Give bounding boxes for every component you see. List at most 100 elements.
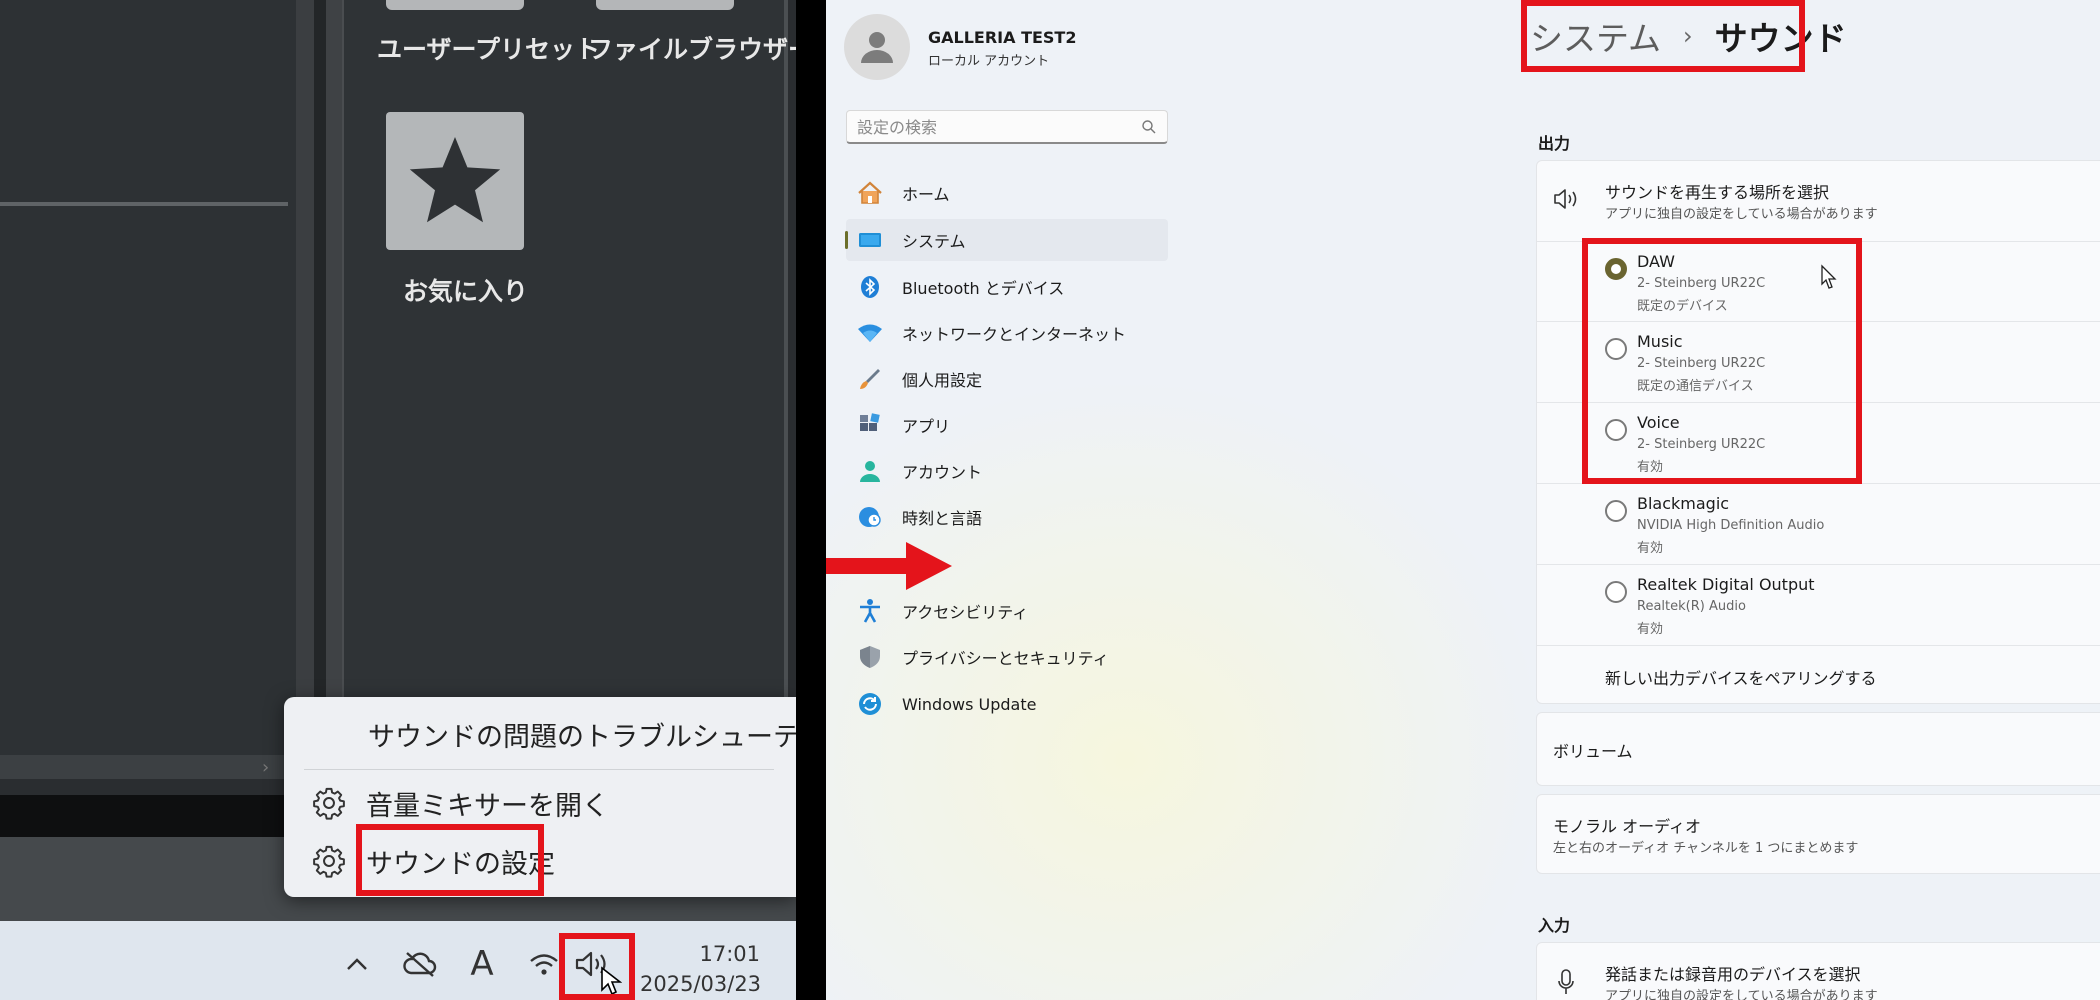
chevron-up-icon[interactable] (340, 947, 374, 981)
device-status: 有効 (1637, 541, 1664, 556)
output-device-card: サウンドを再生する場所を選択 アプリに独自の設定をしている場合があります DAW… (1536, 160, 2100, 704)
radio-music[interactable] (1605, 338, 1627, 360)
gear-icon (313, 787, 345, 820)
file-browser-label: ファイルブラウザー (588, 35, 796, 64)
nav-label-home: ホーム (902, 185, 950, 204)
scrollbar-track[interactable] (296, 0, 314, 755)
nav-label-bluetooth: Bluetooth とデバイス (902, 279, 1065, 298)
clock-time: 17:01 (699, 942, 760, 966)
shield-icon (856, 643, 884, 671)
nav-label-time-language: 時刻と言語 (902, 509, 983, 528)
device-row-daw[interactable]: DAW 2- Steinberg UR22C 既定のデバイス (1537, 242, 2100, 322)
nav-item-bluetooth[interactable]: Bluetooth とデバイス (846, 266, 1168, 308)
device-row-music[interactable]: Music 2- Steinberg UR22C 既定の通信デバイス (1537, 322, 2100, 402)
avatar[interactable] (844, 14, 910, 80)
nav-item-accessibility[interactable]: アクセシビリティ (846, 590, 1168, 632)
breadcrumb-parent[interactable]: システム (1530, 12, 1661, 60)
left-app-pane: ユーザープリセット ファイルブラウザー お気に入り › サウンドの問題のトラブル… (0, 0, 796, 1000)
globe-clock-icon (856, 503, 884, 531)
update-icon (856, 690, 884, 718)
favorites-tile[interactable] (386, 112, 524, 250)
nav-item-time-language[interactable]: 時刻と言語 (846, 496, 1168, 538)
horizontal-scrollbar[interactable] (0, 755, 285, 779)
speaker-icon (1554, 189, 1577, 209)
nav-item-network[interactable]: ネットワークとインターネット (846, 312, 1168, 354)
accessibility-icon (856, 597, 884, 625)
menu-item-troubleshoot[interactable]: サウンドの問題のトラブルシューティング (284, 709, 796, 759)
mono-audio-title: モノラル オーディオ (1553, 817, 1701, 836)
favorites-label: お気に入り (403, 277, 529, 306)
ime-indicator[interactable]: A (462, 944, 502, 984)
device-row-voice[interactable]: Voice 2- Steinberg UR22C 有効 (1537, 403, 2100, 483)
device-name: DAW (1637, 252, 1675, 271)
breadcrumb: システム › サウンド (1530, 8, 1847, 64)
nav-item-personalization[interactable]: 個人用設定 (846, 358, 1168, 400)
divider-line (0, 202, 288, 206)
nav-label-windows-update: Windows Update (902, 694, 1037, 714)
pair-new-output-link[interactable]: 新しい出力デバイスをペアリングする (1605, 665, 1877, 689)
nav-item-privacy[interactable]: プライバシーとセキュリティ (846, 636, 1168, 678)
radio-voice[interactable] (1605, 419, 1627, 441)
device-status: 有効 (1637, 622, 1664, 637)
user-preset-tile[interactable] (386, 0, 524, 10)
clock-date: 2025/03/23 (640, 972, 762, 996)
choose-output-subtitle: アプリに独自の設定をしている場合があります (1605, 207, 1878, 222)
home-icon (856, 179, 884, 207)
choose-input-subtitle: アプリに独自の設定をしている場合があります (1605, 989, 1878, 1000)
file-browser-tile[interactable] (596, 0, 734, 10)
device-name: Blackmagic (1637, 494, 1730, 513)
search-input[interactable] (857, 111, 1127, 143)
settings-search[interactable] (846, 110, 1168, 144)
choose-input-title: 発話または録音用のデバイスを選択 (1605, 965, 1861, 984)
nav-item-accounts[interactable]: アカウント (846, 450, 1168, 492)
output-heading: 出力 (1538, 134, 1571, 153)
nav-item-windows-update[interactable]: Windows Update (846, 683, 1168, 725)
radio-daw[interactable] (1605, 258, 1627, 280)
pane-separator (796, 0, 826, 1000)
menu-item-sound-settings[interactable]: サウンドの設定 (284, 833, 796, 889)
splitter-handle[interactable] (326, 0, 342, 755)
mono-audio-card[interactable]: モノラル オーディオ 左と右のオーディオ チャンネルを 1 つにまとめます (1536, 794, 2100, 874)
nav-selected-indicator (845, 231, 848, 249)
panel-edge (784, 0, 788, 755)
device-status: 既定の通信デバイス (1637, 379, 1754, 394)
search-icon[interactable] (1141, 119, 1157, 135)
nav-label-apps: アプリ (902, 417, 951, 436)
device-row-blackmagic[interactable]: Blackmagic NVIDIA High Definition Audio … (1537, 484, 2100, 564)
device-driver: Realtek(R) Audio (1637, 599, 1746, 614)
choose-output-title: サウンドを再生する場所を選択 (1605, 183, 1830, 202)
wifi-icon (856, 319, 884, 347)
device-driver: 2- Steinberg UR22C (1637, 276, 1766, 291)
user-icon (861, 32, 893, 63)
panel-gap (314, 0, 326, 755)
cloud-offline-icon[interactable] (400, 947, 440, 981)
scroll-right-arrow-icon[interactable]: › (262, 757, 269, 778)
volume-card[interactable]: ボリューム (1536, 712, 2100, 786)
account-type: ローカル アカウント (928, 54, 1050, 69)
radio-realtek[interactable] (1605, 581, 1627, 603)
device-status: 既定のデバイス (1637, 299, 1728, 314)
wifi-icon[interactable] (526, 947, 562, 981)
account-icon (856, 457, 884, 485)
nav-item-system[interactable]: システム (846, 219, 1168, 261)
nav-label-accounts: アカウント (902, 463, 983, 482)
nav-item-apps[interactable]: アプリ (846, 404, 1168, 446)
gear-icon (313, 845, 345, 878)
device-driver: 2- Steinberg UR22C (1637, 437, 1766, 452)
mono-audio-subtitle: 左と右のオーディオ チャンネルを 1 つにまとめます (1553, 841, 1859, 856)
taskbar-clock[interactable]: 17:01 2025/03/23 (640, 939, 762, 999)
radio-blackmagic[interactable] (1605, 500, 1627, 522)
device-driver: NVIDIA High Definition Audio (1637, 518, 1825, 533)
menu-label-troubleshoot: サウンドの問題のトラブルシューティング (368, 721, 796, 753)
menu-item-volume-mixer[interactable]: 音量ミキサーを開く (284, 775, 796, 831)
menu-divider (304, 769, 774, 770)
mouse-cursor-icon (601, 966, 622, 996)
settings-window: GALLERIA TEST2 ローカル アカウント ホーム システム Bluet… (826, 0, 2100, 1000)
nav-item-home[interactable]: ホーム (846, 172, 1168, 214)
device-row-realtek[interactable]: Realtek Digital Output Realtek(R) Audio … (1537, 565, 2100, 645)
input-device-card[interactable]: 発話または録音用のデバイスを選択 アプリに独自の設定をしている場合があります (1536, 942, 2100, 1000)
input-heading: 入力 (1538, 916, 1571, 935)
device-name: Voice (1637, 413, 1680, 432)
device-name: Realtek Digital Output (1637, 575, 1815, 594)
workspace-area (0, 0, 296, 755)
